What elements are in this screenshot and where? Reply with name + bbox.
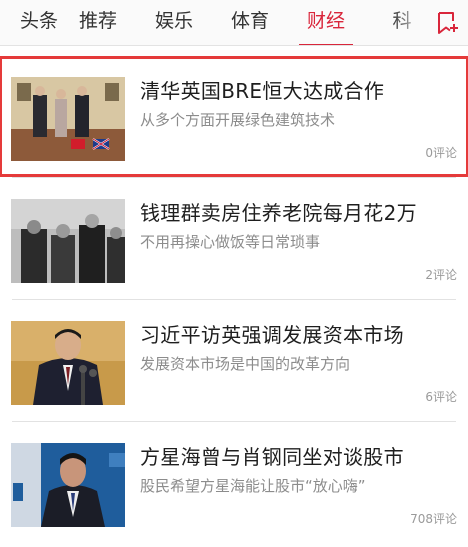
comment-count: 6评论 bbox=[425, 390, 457, 404]
channel-tab-bar: 头条 推荐 娱乐 体育 财经 科 bbox=[0, 0, 468, 46]
news-item[interactable]: 方星海曾与肖钢同坐对谈股市 股民希望方星海能让股市“放心嗨” 708评论 bbox=[0, 423, 468, 542]
news-item[interactable]: 钱理群卖房住养老院每月花2万 不用再操心做饭等日常琐事 2评论 bbox=[0, 179, 468, 300]
tab-finance[interactable]: 财经 bbox=[288, 0, 364, 45]
news-thumbnail bbox=[11, 443, 125, 527]
tab-sports[interactable]: 体育 bbox=[212, 0, 288, 45]
news-item[interactable]: 清华英国BRE恒大达成合作 从多个方面开展绿色建筑技术 0评论 bbox=[0, 56, 468, 178]
news-subtitle: 发展资本市场是中国的改革方向 bbox=[140, 355, 351, 373]
news-thumbnail bbox=[11, 321, 125, 405]
news-thumbnail bbox=[11, 199, 125, 283]
news-title: 清华英国BRE恒大达成合作 bbox=[140, 79, 385, 103]
news-item[interactable]: 习近平访英强调发展资本市场 发展资本市场是中国的改革方向 6评论 bbox=[0, 301, 468, 422]
news-subtitle: 从多个方面开展绿色建筑技术 bbox=[140, 111, 336, 129]
news-subtitle: 股民希望方星海能让股市“放心嗨” bbox=[140, 477, 366, 495]
tab-entertainment[interactable]: 娱乐 bbox=[136, 0, 212, 45]
add-channel-button[interactable] bbox=[426, 0, 468, 45]
news-title: 钱理群卖房住养老院每月花2万 bbox=[140, 201, 417, 225]
news-title: 方星海曾与肖钢同坐对谈股市 bbox=[140, 445, 404, 469]
news-title: 习近平访英强调发展资本市场 bbox=[140, 323, 404, 347]
comment-count: 0评论 bbox=[425, 146, 457, 160]
tab-headline[interactable]: 头条 bbox=[0, 0, 60, 45]
add-channel-icon bbox=[438, 11, 458, 34]
news-feed: 清华英国BRE恒大达成合作 从多个方面开展绿色建筑技术 0评论 钱理群卖房住养老… bbox=[0, 56, 468, 545]
comment-count: 708评论 bbox=[410, 512, 457, 526]
comment-count: 2评论 bbox=[425, 268, 457, 282]
tab-recommend[interactable]: 推荐 bbox=[60, 0, 136, 45]
news-thumbnail bbox=[11, 77, 125, 161]
channel-tabs: 头条 推荐 娱乐 体育 财经 科 bbox=[0, 0, 440, 45]
news-subtitle: 不用再操心做饭等日常琐事 bbox=[140, 233, 321, 251]
